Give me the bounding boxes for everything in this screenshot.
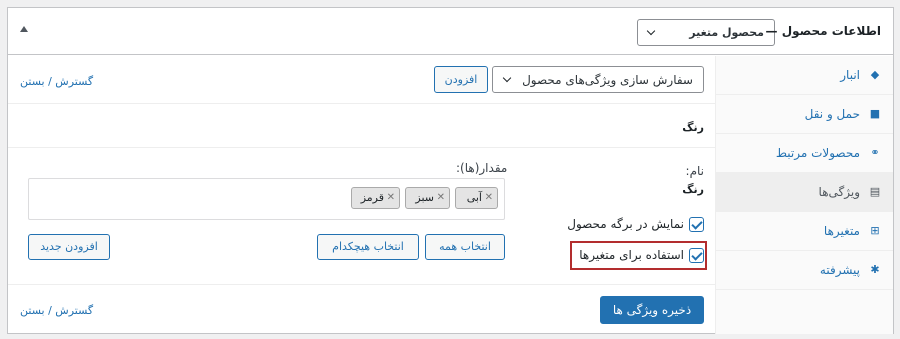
- add-new-button[interactable]: افزودن جدید: [28, 234, 110, 260]
- tab-attributes[interactable]: ▤ ویژگی‌ها: [715, 173, 893, 212]
- expand-collapse-bottom-link[interactable]: گسترش / بستن: [20, 304, 93, 317]
- panel-title: اطلاعات محصول —: [765, 24, 881, 38]
- tab-label: ویژگی‌ها: [818, 185, 860, 199]
- divider: [8, 103, 716, 104]
- chevron-down-icon: [502, 73, 512, 83]
- list-icon: ▤: [869, 185, 881, 198]
- value-chip[interactable]: ✕ قرمز: [351, 187, 400, 209]
- used-for-variations-row: استفاده برای متغیرها: [564, 248, 704, 264]
- tab-label: پیشرفته: [819, 263, 860, 277]
- panel-header: محصول متغیر اطلاعات محصول —: [8, 8, 893, 55]
- tab-label: حمل و نقل: [804, 107, 860, 121]
- attribute-select[interactable]: سفارش سازی ویژگی‌های محصول: [492, 66, 704, 93]
- tab-linked-products[interactable]: ⚭ محصولات مرتبط: [715, 134, 893, 173]
- product-data-panel: محصول متغیر اطلاعات محصول — گسترش / بستن…: [7, 7, 894, 334]
- gear-icon: ✱: [870, 263, 880, 276]
- grid-icon: ⊞: [870, 224, 880, 237]
- product-type-select[interactable]: محصول متغیر: [637, 19, 775, 46]
- divider: [8, 147, 716, 148]
- add-attribute-button[interactable]: افزودن: [434, 66, 488, 93]
- divider: [8, 284, 716, 285]
- used-for-variations-checkbox[interactable]: [689, 248, 704, 263]
- tab-shipping[interactable]: ■ حمل و نقل: [715, 95, 893, 134]
- product-data-tabs: ◆ انبار ■ حمل و نقل ⚭ محصولات مرتبط ▤ وی…: [715, 56, 893, 334]
- remove-icon[interactable]: ✕: [437, 188, 445, 208]
- visible-on-page-row: نمایش در برگه محصول: [554, 217, 704, 233]
- remove-icon[interactable]: ✕: [485, 188, 493, 208]
- visible-on-page-checkbox[interactable]: [689, 217, 704, 232]
- save-attributes-button[interactable]: ذخیره ویژگی ها: [600, 296, 704, 324]
- truck-icon: ■: [869, 107, 881, 120]
- tag-icon: ◆: [870, 68, 880, 81]
- select-none-button[interactable]: انتخاب هیچکدام: [317, 234, 419, 260]
- attribute-heading[interactable]: رنگ: [682, 121, 704, 134]
- tab-inventory[interactable]: ◆ انبار: [715, 56, 893, 95]
- expand-collapse-top-link[interactable]: گسترش / بستن: [20, 75, 93, 88]
- values-label: مقدار(ها):: [456, 161, 508, 175]
- tab-label: محصولات مرتبط: [775, 146, 860, 160]
- attributes-content: گسترش / بستن سفارش سازی ویژگی‌های محصول …: [8, 56, 716, 334]
- visible-on-page-label: نمایش در برگه محصول: [567, 217, 684, 231]
- tab-advanced[interactable]: ✱ پیشرفته: [715, 251, 893, 290]
- values-input[interactable]: ✕ آبی ✕ سبز ✕ قرمز: [28, 178, 505, 220]
- triangle-up-icon[interactable]: [20, 26, 28, 32]
- used-for-variations-label: استفاده برای متغیرها: [579, 248, 684, 262]
- remove-icon[interactable]: ✕: [387, 188, 395, 208]
- attribute-select-value: سفارش سازی ویژگی‌های محصول: [522, 73, 693, 87]
- product-type-value: محصول متغیر: [689, 26, 764, 39]
- tab-label: متغیرها: [823, 224, 860, 238]
- value-chip[interactable]: ✕ آبی: [455, 187, 498, 209]
- name-label: نام:: [685, 164, 704, 178]
- link-icon: ⚭: [870, 146, 880, 159]
- value-chip[interactable]: ✕ سبز: [405, 187, 450, 209]
- tab-variations[interactable]: ⊞ متغیرها: [715, 212, 893, 251]
- name-value: رنگ: [682, 183, 704, 196]
- chevron-down-icon: [646, 26, 656, 36]
- tab-label: انبار: [840, 68, 860, 82]
- select-all-button[interactable]: انتخاب همه: [425, 234, 505, 260]
